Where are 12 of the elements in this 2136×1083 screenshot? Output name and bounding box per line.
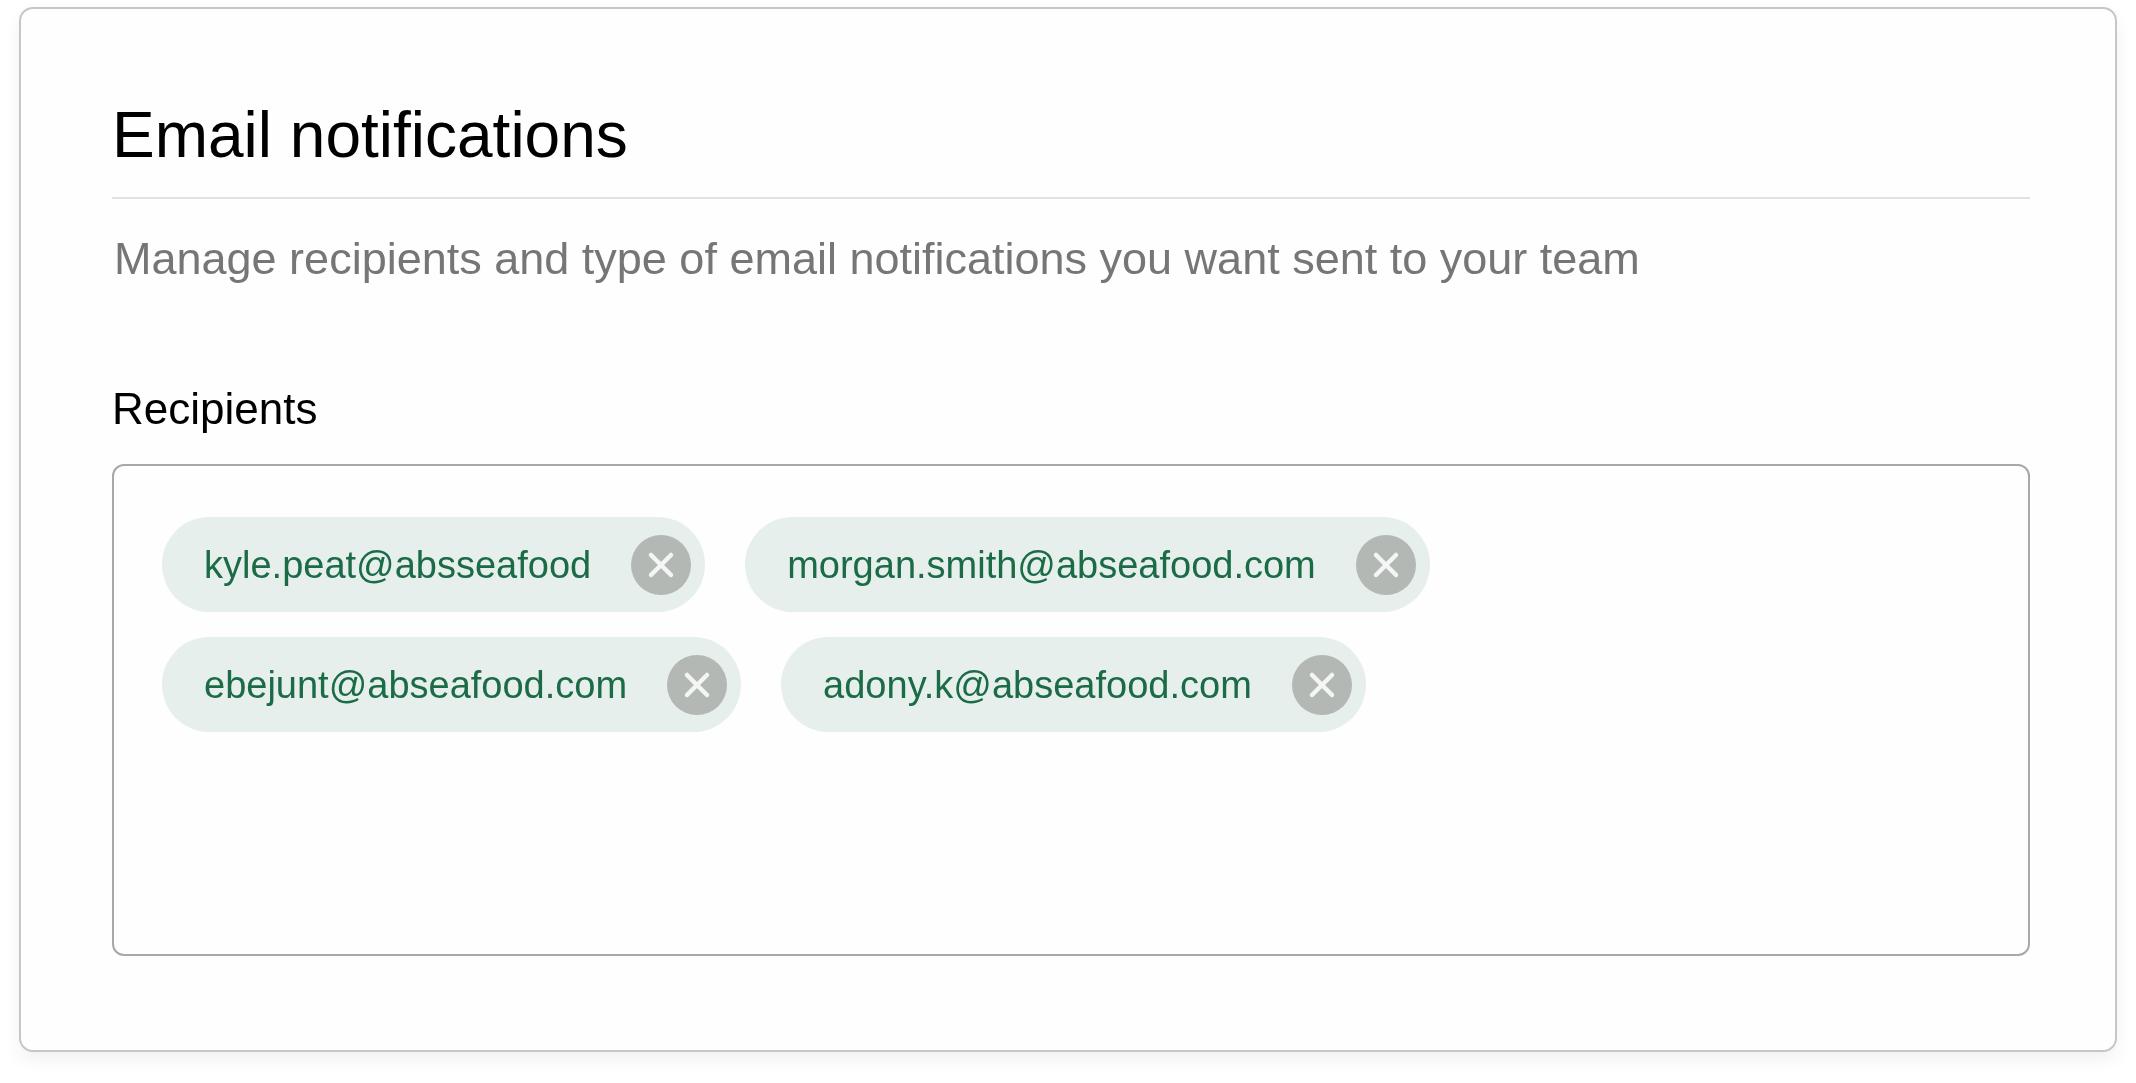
close-icon[interactable]	[1291, 654, 1352, 715]
section-title: Email notifications	[112, 103, 628, 167]
section-description: Manage recipients and type of email notifications you want sent to your team	[114, 236, 1640, 281]
recipients-field[interactable]: kyle.peat@absseafood morgan.smith@abseafood.com ebejunt@abseafood.com adony.k@abseafood.com	[112, 464, 2030, 956]
recipient-email: ebejunt@abseafood.com	[204, 665, 628, 704]
close-icon[interactable]	[631, 534, 692, 595]
recipient-email: kyle.peat@absseafood	[204, 545, 592, 584]
close-icon[interactable]	[1355, 534, 1416, 595]
recipients-label: Recipients	[112, 387, 318, 431]
recipient-email: adony.k@abseafood.com	[823, 665, 1252, 704]
close-icon[interactable]	[667, 654, 728, 715]
recipient-email: morgan.smith@abseafood.com	[787, 545, 1316, 584]
